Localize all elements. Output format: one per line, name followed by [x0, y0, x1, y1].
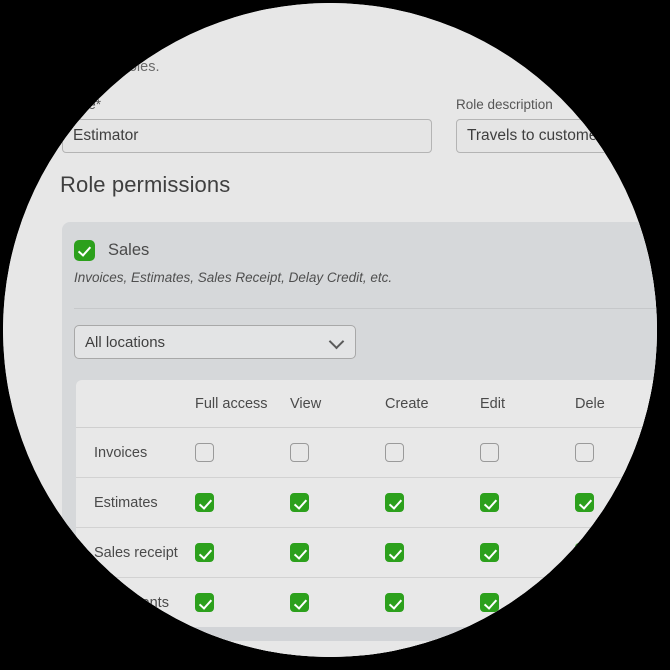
permissions-table: Full access View Create Edit Dele Invoic… [76, 380, 657, 628]
permission-cell[interactable] [480, 543, 575, 562]
table-header-delete: Dele [575, 395, 605, 412]
permission-cell[interactable] [385, 593, 480, 612]
role-description-label: Role description [456, 97, 553, 112]
sales-card-title: Sales [108, 241, 150, 259]
sales-card-header[interactable]: Sales [74, 240, 149, 261]
permission-cell[interactable] [290, 543, 385, 562]
table-header-create: Create [385, 395, 429, 412]
checkbox-checked[interactable] [385, 593, 404, 612]
checkbox-checked[interactable] [290, 493, 309, 512]
permission-cell[interactable] [290, 493, 385, 512]
table-row: Invoices [76, 428, 657, 478]
checkbox-unchecked[interactable] [575, 443, 594, 462]
permission-cell[interactable] [385, 493, 480, 512]
checkbox-checked[interactable] [195, 543, 214, 562]
checkbox-unchecked[interactable] [480, 443, 499, 462]
table-row: Sales receipt [76, 528, 657, 578]
checkbox-unchecked[interactable] [385, 443, 404, 462]
screenshot-viewport: it custom roles. name* Estimator Role de… [0, 0, 670, 670]
checkbox-checked[interactable] [480, 493, 499, 512]
table-row: e payments [76, 578, 657, 628]
checkbox-checked[interactable] [480, 593, 499, 612]
locations-dropdown-value: All locations [85, 333, 166, 351]
intro-text: it custom roles. [62, 59, 160, 75]
permission-cell[interactable] [195, 493, 290, 512]
chevron-down-icon [329, 334, 345, 350]
permission-cell[interactable] [195, 443, 290, 462]
circular-vignette-mask: it custom roles. name* Estimator Role de… [3, 3, 657, 657]
checkbox-checked[interactable] [575, 543, 594, 562]
permission-cell[interactable] [575, 543, 657, 562]
checkbox-checked[interactable] [195, 593, 214, 612]
table-header-view: View [290, 395, 322, 412]
page-root: it custom roles. name* Estimator Role de… [3, 3, 657, 657]
role-name-input[interactable]: Estimator [62, 119, 432, 153]
checkbox-checked[interactable] [480, 543, 499, 562]
checkbox-checked[interactable] [290, 593, 309, 612]
page-bottom-strip [3, 641, 657, 657]
table-header-row: Full access View Create Edit Dele [76, 380, 657, 428]
table-row-label: Estimates [94, 494, 158, 511]
page-title: Role permissions [60, 172, 231, 197]
table-row-label: Invoices [94, 444, 148, 461]
permission-cell[interactable] [290, 443, 385, 462]
sales-checkbox[interactable] [74, 240, 95, 261]
table-row-label: e payments [94, 594, 169, 611]
role-description-input[interactable]: Travels to customers [456, 119, 657, 153]
card-divider [74, 308, 657, 309]
sales-card-subtitle: Invoices, Estimates, Sales Receipt, Dela… [74, 270, 393, 285]
checkbox-checked[interactable] [385, 543, 404, 562]
permission-cell[interactable] [575, 493, 657, 512]
permission-cell[interactable] [480, 593, 575, 612]
checkbox-checked[interactable] [575, 593, 594, 612]
permission-cell[interactable] [195, 593, 290, 612]
locations-dropdown[interactable]: All locations [74, 325, 356, 359]
table-header-full-access: Full access [195, 395, 268, 412]
checkbox-checked[interactable] [385, 493, 404, 512]
permission-cell[interactable] [195, 543, 290, 562]
table-row: Estimates [76, 478, 657, 528]
table-header-edit: Edit [480, 395, 505, 412]
checkbox-unchecked[interactable] [290, 443, 309, 462]
checkbox-checked[interactable] [195, 493, 214, 512]
permission-cell[interactable] [385, 443, 480, 462]
table-footer-strip [76, 627, 657, 641]
table-row-label: Sales receipt [94, 544, 178, 561]
checkbox-checked[interactable] [575, 493, 594, 512]
checkbox-checked[interactable] [290, 543, 309, 562]
permission-cell[interactable] [480, 493, 575, 512]
checkbox-unchecked[interactable] [195, 443, 214, 462]
permission-cell[interactable] [290, 593, 385, 612]
permission-cell[interactable] [575, 593, 657, 612]
role-name-label: name* [62, 97, 102, 112]
permission-cell[interactable] [480, 443, 575, 462]
table-body: Invoices Estimates Sales receipt e payments [76, 428, 657, 628]
permission-cell[interactable] [385, 543, 480, 562]
permission-cell[interactable] [575, 443, 657, 462]
